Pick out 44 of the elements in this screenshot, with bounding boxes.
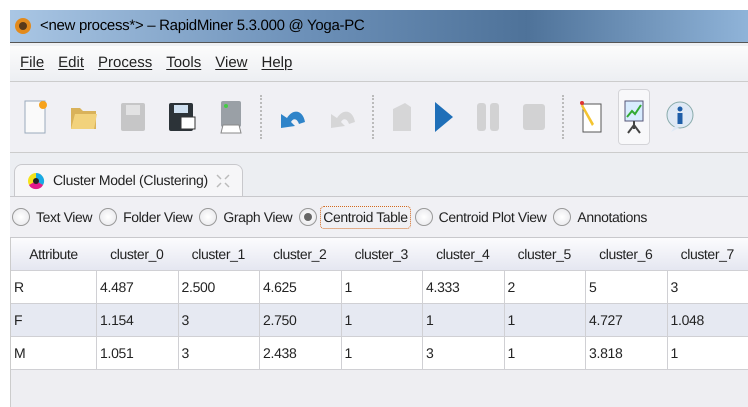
menu-item[interactable]: View [215, 52, 248, 75]
table-cell: 1 [340, 337, 422, 369]
new-file-icon [23, 99, 49, 135]
menu-item[interactable]: Edit [58, 52, 84, 75]
column-header[interactable]: cluster_7 [666, 244, 748, 264]
view-radio[interactable]: Text View [12, 206, 96, 228]
play-icon[interactable] [433, 100, 455, 134]
table-cell-text: M [13, 344, 26, 362]
table-cell: 1.051 [96, 337, 178, 369]
minimize-arrows-icon[interactable] [216, 174, 230, 188]
view-radio[interactable]: Graph View [199, 206, 296, 228]
menu-item[interactable]: Process [98, 52, 152, 75]
view-radio[interactable]: Folder View [99, 206, 196, 228]
column-header[interactable]: cluster_4 [422, 244, 504, 264]
column-header[interactable]: cluster_3 [340, 244, 422, 264]
menu-item[interactable]: File [20, 52, 44, 75]
column-header[interactable]: cluster_6 [585, 244, 666, 264]
chart-easel-icon [623, 99, 645, 135]
table-cell: 3.818 [585, 337, 666, 369]
toolbar-button[interactable] [618, 89, 650, 145]
column-header[interactable]: cluster_0 [96, 244, 178, 264]
info-icon [665, 100, 695, 134]
table-cell: 1 [504, 337, 585, 369]
column-header[interactable]: cluster_1 [178, 244, 259, 264]
table-cell: 1 [666, 337, 748, 369]
view-radio[interactable]: Annotations [553, 206, 650, 228]
column-header[interactable]: Attribute [11, 244, 96, 264]
table-cell: 3 [422, 337, 504, 369]
menu-item[interactable]: Help [262, 52, 292, 75]
menu-item[interactable]: Tools [166, 52, 202, 75]
color-wheel-icon [27, 172, 45, 190]
column-header[interactable]: cluster_5 [504, 244, 585, 264]
notepad-pencil-icon [579, 100, 603, 134]
table-cell-text: R [13, 278, 25, 296]
table-cell-text: F [13, 310, 24, 330]
column-header[interactable]: cluster_2 [259, 244, 340, 264]
table-cell: 3 [178, 337, 259, 369]
floppy-disk-icon [167, 101, 197, 133]
window-title: <new process*> – RapidMiner 5.3.000 @ Yoga-PC [40, 16, 364, 36]
table-cell: 2.438 [259, 337, 340, 369]
tab-label: Cluster Model (Clustering) [53, 171, 208, 190]
results-tab[interactable]: Cluster Model (Clustering) [14, 164, 243, 196]
app-logo-icon [14, 17, 32, 35]
view-radio[interactable]: Centroid Plot View [414, 206, 550, 228]
